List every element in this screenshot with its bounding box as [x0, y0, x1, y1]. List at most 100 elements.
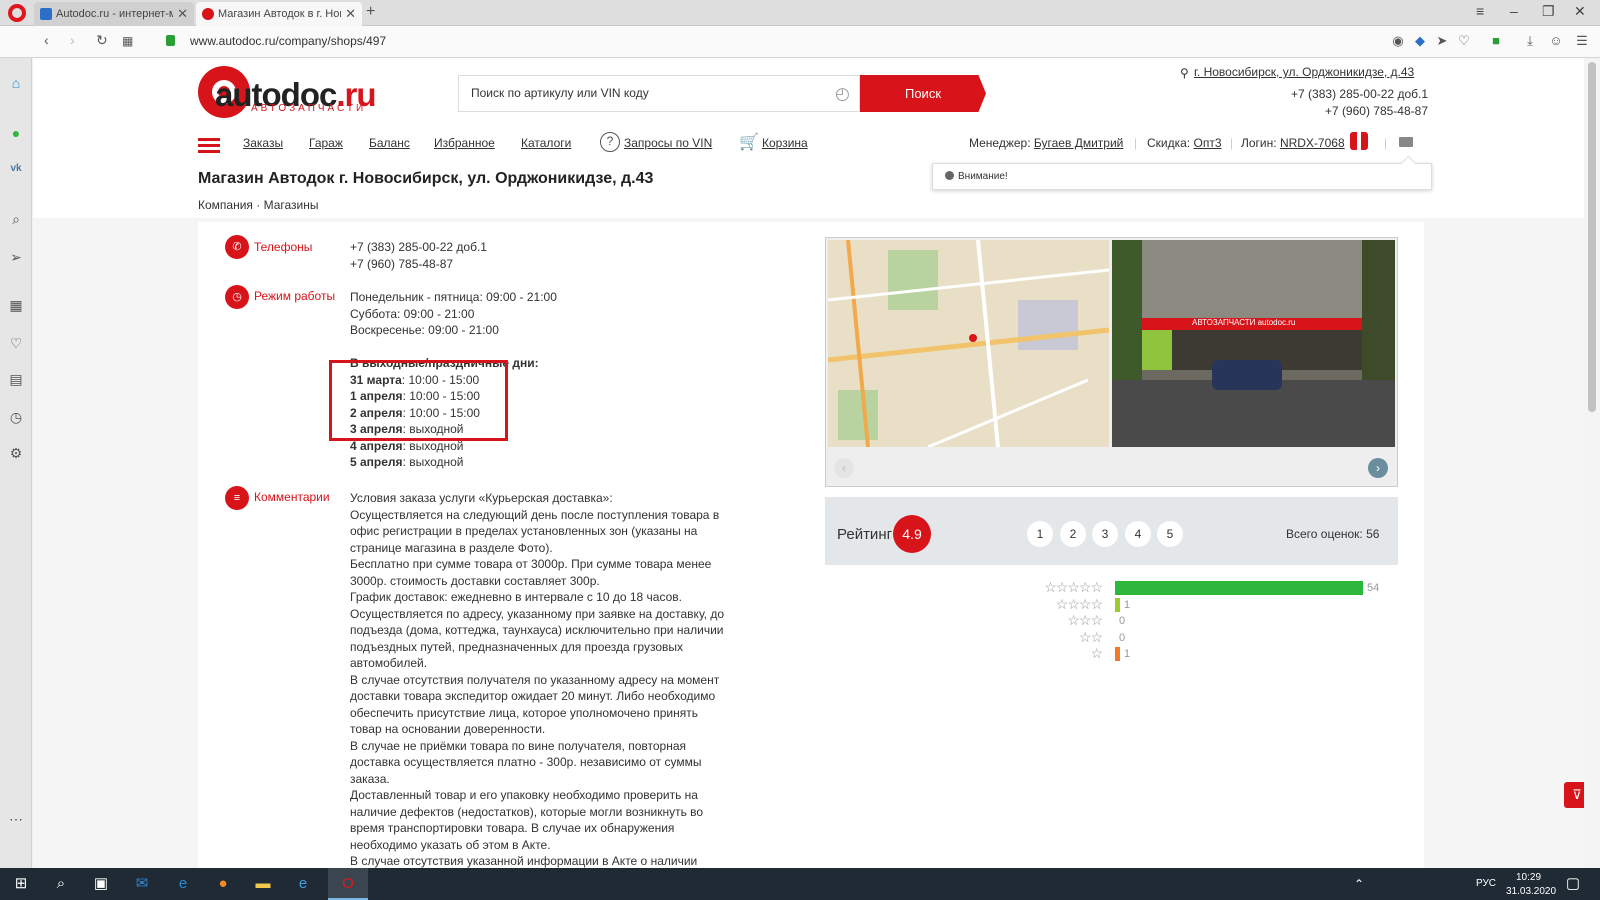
flow-icon[interactable]: ➢	[7, 248, 25, 266]
rate-5-button[interactable]: 5	[1157, 521, 1183, 547]
close-tab-icon[interactable]: ✕	[177, 6, 188, 22]
back-icon[interactable]: ‹	[44, 32, 49, 48]
scrollbar-thumb[interactable]	[1588, 62, 1596, 412]
windows-start-icon[interactable]: ⊞	[12, 875, 30, 893]
discount-link[interactable]: Опт3	[1194, 136, 1222, 150]
comment-line: В случае не приёмки товара по вине получ…	[350, 738, 687, 753]
star-row-icon: ☆☆	[1078, 628, 1103, 645]
history-icon[interactable]: ◷	[7, 408, 25, 426]
tray-icons[interactable]: ⌃ ☁ ♪	[1350, 875, 1368, 900]
easy-setup-icon[interactable]: ☰	[1574, 33, 1590, 49]
login-link[interactable]: NRDX-7068	[1280, 136, 1345, 150]
manager-name-link[interactable]: Бугаев Дмитрий	[1034, 136, 1123, 150]
file-explorer-icon[interactable]: ▬	[254, 875, 272, 893]
settings-icon[interactable]: ⚙	[7, 444, 25, 462]
whatsapp-icon[interactable]: ●	[7, 124, 25, 142]
rating-bar-count: 1	[1124, 648, 1131, 660]
mail-icon[interactable]	[1399, 137, 1413, 147]
list-icon: ≡	[225, 486, 249, 510]
breadcrumb[interactable]: Компания · Магазины	[198, 198, 319, 212]
schedule-label: Режим работы	[254, 289, 336, 303]
camera-icon[interactable]: ◉	[1390, 33, 1406, 49]
language-indicator[interactable]: РУС	[1476, 878, 1496, 889]
gallery-next-icon[interactable]: ›	[1368, 458, 1388, 478]
clock-time[interactable]: 10:29	[1516, 872, 1541, 883]
phone-icon: ✆	[225, 235, 249, 259]
search-icon[interactable]: ⌕	[7, 210, 25, 228]
star-row-icon: ☆☆☆	[1067, 612, 1103, 628]
nav-balance[interactable]: Баланс	[369, 136, 410, 150]
send-icon[interactable]: ➤	[1434, 33, 1450, 49]
speed-dial-icon[interactable]: ▦	[122, 34, 133, 48]
comment-line: доставки товара экспедитор ожидает 20 ми…	[350, 689, 716, 703]
apps-icon[interactable]: ▦	[7, 296, 25, 314]
store-photo-thumbnail[interactable]: АВТОЗАПЧАСТИ autodoc.ru	[1112, 240, 1395, 447]
comments-text: Условия заказа услуги «Курьерская достав…	[350, 490, 770, 870]
rate-4-button[interactable]: 4	[1125, 521, 1151, 547]
account-icon[interactable]: ☺	[1548, 33, 1564, 49]
search-button[interactable]: Поиск	[860, 75, 986, 112]
download-icon[interactable]: ⤓	[1522, 33, 1538, 49]
search-input[interactable]: Поиск по артикулу или VIN коду	[458, 75, 860, 112]
more-icon[interactable]: ⋯	[7, 810, 25, 828]
comments-label: Комментарии	[254, 490, 330, 504]
nav-favorites[interactable]: Избранное	[434, 136, 495, 150]
store-icon[interactable]: ▣	[92, 875, 110, 893]
extension-icon[interactable]: ■	[1488, 33, 1504, 49]
edge-icon[interactable]: e	[174, 875, 192, 893]
hamburger-menu-icon[interactable]	[198, 138, 220, 154]
header-phone-2: +7 (960) 785-48-87	[1324, 104, 1428, 118]
star-row-icon: ☆☆☆☆☆	[1044, 579, 1103, 595]
firefox-icon[interactable]: ●	[214, 875, 232, 893]
reload-icon[interactable]: ↻	[96, 32, 108, 49]
comment-line: Доставленный товар и его упаковку необхо…	[350, 788, 698, 802]
home-icon[interactable]: ⌂	[7, 74, 25, 92]
restore-icon[interactable]: ❐	[1542, 3, 1555, 20]
browser-tab-1[interactable]: Autodoc.ru - интернет-ма ✕	[34, 2, 194, 26]
nav-vin-requests[interactable]: Запросы по VIN	[624, 136, 712, 150]
nav-cart[interactable]: Корзина	[762, 136, 808, 150]
internet-explorer-icon[interactable]: e	[294, 875, 312, 893]
url-field[interactable]: www.autodoc.ru/company/shops/497	[190, 34, 386, 48]
close-tab-icon[interactable]: ✕	[345, 6, 356, 22]
location-pin-icon: ⚲	[1180, 66, 1189, 80]
phones-list: +7 (383) 285-00-22 доб.1 +7 (960) 785-48…	[350, 239, 487, 272]
mail-icon[interactable]: ✉	[133, 875, 151, 893]
store-map-thumbnail[interactable]	[828, 240, 1109, 447]
rate-2-button[interactable]: 2	[1060, 521, 1086, 547]
rating-bar-count: 0	[1119, 631, 1126, 644]
favorites-icon[interactable]: ♡	[7, 334, 25, 352]
rate-3-button[interactable]: 3	[1092, 521, 1118, 547]
browser-tab-2[interactable]: Магазин Автодок в г. Нов ✕	[196, 2, 362, 26]
notifications-icon[interactable]: ▢	[1564, 875, 1582, 893]
rate-1-button[interactable]: 1	[1027, 521, 1053, 547]
opera-menu-icon[interactable]	[8, 4, 26, 22]
clock-date[interactable]: 31.03.2020	[1506, 886, 1556, 897]
close-window-icon[interactable]: ✕	[1574, 3, 1586, 20]
city-address-link[interactable]: г. Новосибирск, ул. Орджоникидзе, д.43	[1194, 65, 1414, 79]
highlight-annotation-box	[329, 360, 508, 441]
nav-catalogs[interactable]: Каталоги	[521, 136, 571, 150]
new-tab-icon[interactable]: +	[366, 3, 375, 21]
minimize-icon[interactable]: –	[1510, 3, 1518, 19]
forward-icon[interactable]: ›	[70, 32, 75, 48]
search-history-icon[interactable]: ◴	[835, 84, 850, 104]
gallery-prev-icon[interactable]: ‹	[834, 458, 854, 478]
nav-orders[interactable]: Заказы	[243, 136, 283, 150]
comment-line: В случае отсутствия получателя по указан…	[350, 672, 720, 687]
search-icon[interactable]: ⌕	[52, 875, 70, 893]
gift-icon[interactable]	[1350, 132, 1368, 150]
nav-garage[interactable]: Гараж	[309, 136, 343, 150]
divider: |	[1134, 136, 1138, 150]
adblock-icon[interactable]: ◆	[1412, 33, 1428, 49]
news-icon[interactable]: ▤	[7, 370, 25, 388]
comment-line: товар на основании доверенности.	[350, 722, 546, 736]
schedule-line: Суббота: 09:00 - 21:00	[350, 306, 475, 321]
comment-line: наличие дефектов (недостатков), которые …	[350, 804, 704, 819]
heart-icon[interactable]: ♡	[1456, 33, 1472, 49]
vk-icon[interactable]: vk	[7, 160, 25, 178]
discount-label: Скидка:	[1147, 136, 1191, 150]
tab-menu-icon[interactable]: ≡	[1476, 3, 1484, 19]
divider: |	[1230, 136, 1234, 150]
login-info: Логин: NRDX-7068	[1241, 136, 1345, 150]
